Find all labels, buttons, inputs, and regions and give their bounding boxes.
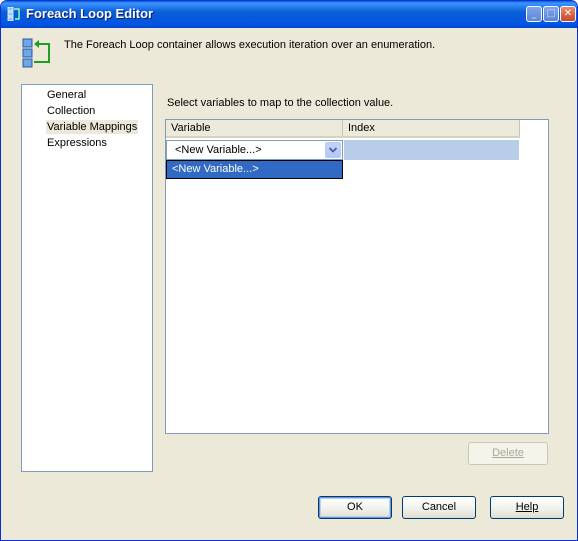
dropdown-option-new-variable[interactable]: <New Variable...> xyxy=(167,161,342,178)
mappings-instruction: Select variables to map to the collectio… xyxy=(167,97,394,109)
delete-button[interactable]: Delete xyxy=(468,442,548,465)
nav-item-general[interactable]: General xyxy=(46,88,87,102)
maximize-icon[interactable]: □ xyxy=(543,6,559,22)
help-button[interactable]: Help xyxy=(490,496,564,519)
help-button-label: Help xyxy=(515,501,539,513)
close-icon[interactable]: ✕ xyxy=(560,6,576,22)
delete-button-label: Delete xyxy=(492,447,524,459)
variable-dropdown-list: <New Variable...> xyxy=(166,160,343,179)
nav-item-expressions[interactable]: Expressions xyxy=(46,136,108,150)
column-header-variable[interactable]: Variable xyxy=(166,120,343,136)
variable-combobox-value: <New Variable...> xyxy=(175,144,262,156)
minimize-icon[interactable]: _ xyxy=(526,6,542,22)
index-cell[interactable] xyxy=(344,140,519,160)
title-bar[interactable]: Foreach Loop Editor _ □ ✕ xyxy=(1,1,577,28)
variable-combobox[interactable]: <New Variable...> xyxy=(166,140,343,160)
foreach-loop-icon xyxy=(7,7,20,21)
nav-item-variable-mappings[interactable]: Variable Mappings xyxy=(46,120,139,134)
nav-panel: General Collection Variable Mappings Exp… xyxy=(21,84,153,472)
table-row[interactable]: <New Variable...> xyxy=(166,140,519,160)
ok-button[interactable]: OK xyxy=(318,496,392,519)
foreach-loop-header-icon xyxy=(22,38,50,68)
header-description: The Foreach Loop container allows execut… xyxy=(64,39,436,51)
column-header-index[interactable]: Index xyxy=(343,120,520,136)
foreach-loop-editor-window: Foreach Loop Editor _ □ ✕ The Foreach Lo… xyxy=(0,0,578,541)
nav-item-collection[interactable]: Collection xyxy=(46,104,96,118)
dropdown-arrow-icon[interactable] xyxy=(325,142,341,158)
cancel-button[interactable]: Cancel xyxy=(402,496,476,519)
window-title: Foreach Loop Editor xyxy=(26,6,154,21)
grid-header: Variable Index xyxy=(166,120,520,138)
